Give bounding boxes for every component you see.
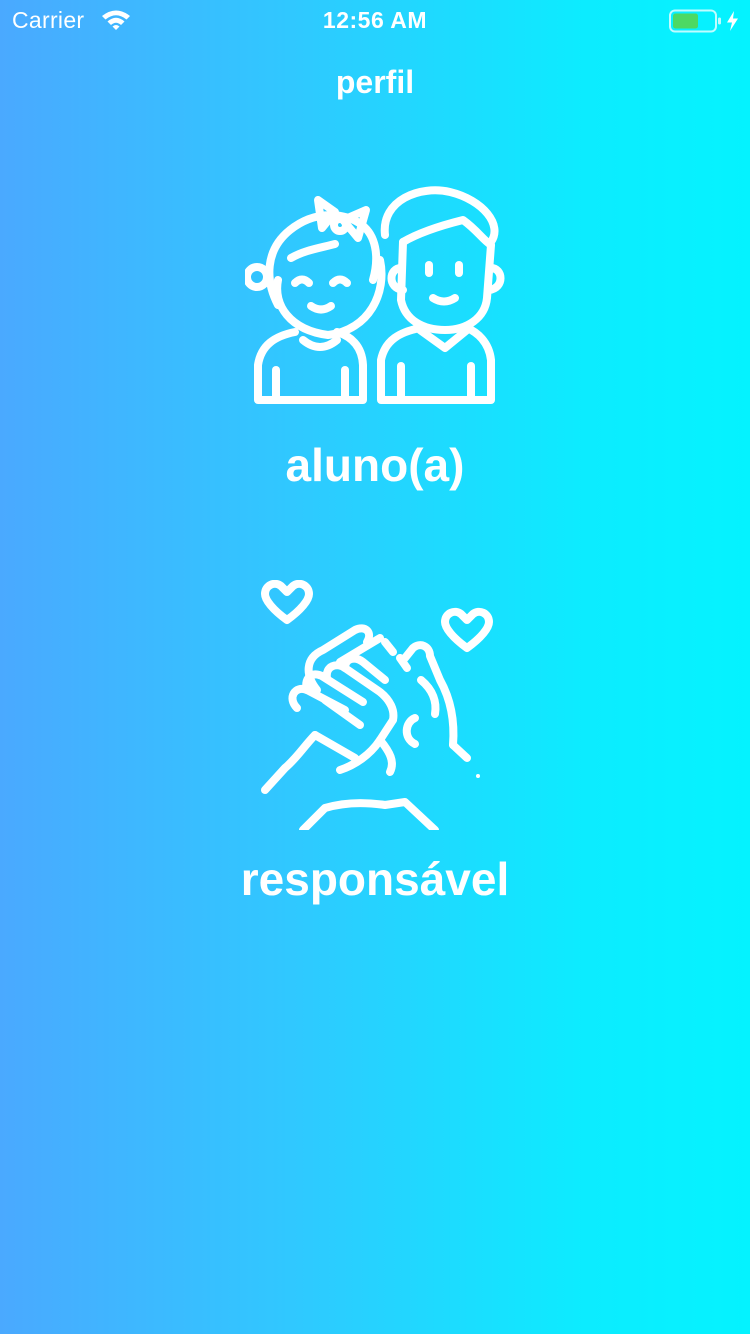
- status-time: 12:56 AM: [322, 7, 428, 33]
- student-option-label: aluno(a): [285, 439, 465, 491]
- guardian-profile-option[interactable]: responsável: [175, 570, 575, 920]
- page-title: perfil: [335, 64, 415, 100]
- battery-charging-icon: [669, 9, 738, 33]
- guardian-option-label: responsável: [240, 853, 510, 905]
- children-icon: [245, 186, 505, 404]
- holding-hands-hearts-icon: [261, 580, 493, 830]
- student-profile-option[interactable]: aluno(a): [175, 170, 575, 500]
- status-bar: Carrier 12:56 AM: [0, 0, 750, 40]
